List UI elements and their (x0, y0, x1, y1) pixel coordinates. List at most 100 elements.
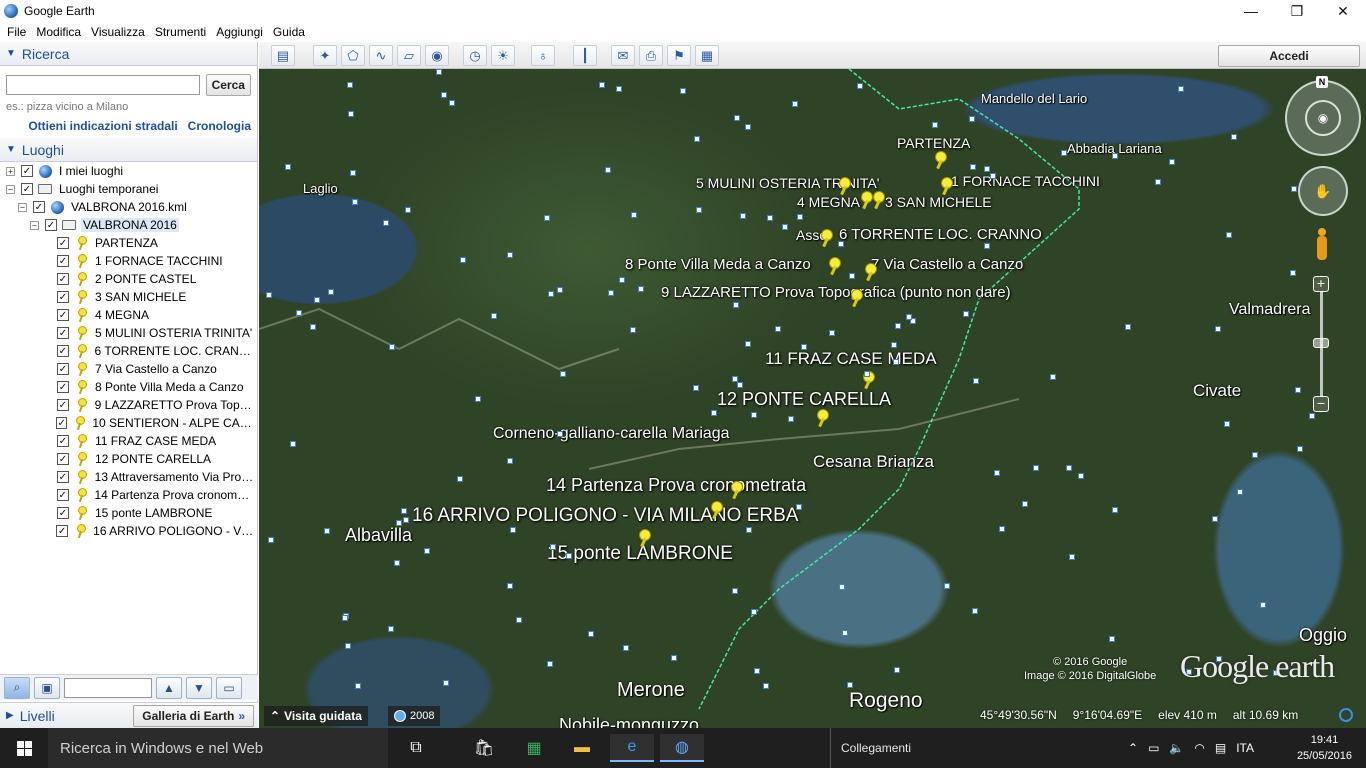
record-tour-icon[interactable]: ◉ (425, 45, 449, 66)
poi-marker-icon[interactable] (457, 476, 463, 482)
placemark-tree-item[interactable]: ✓ 5 MULINI OSTERIA TRINITA' (0, 324, 257, 342)
poi-marker-icon[interactable] (394, 560, 400, 566)
poi-marker-icon[interactable] (829, 330, 835, 336)
minimize-button[interactable]: — (1228, 0, 1274, 22)
poi-marker-icon[interactable] (560, 371, 566, 377)
poi-marker-icon[interactable] (999, 526, 1005, 532)
visibility-checkbox[interactable]: ✓ (57, 309, 69, 321)
edge-browser-icon[interactable]: e (610, 734, 654, 762)
ruler-icon[interactable]: ┃ (573, 45, 597, 66)
placemark-tree-item[interactable]: ✓ 7 Via Castello a Canzo (0, 360, 257, 378)
menu-visualizza[interactable]: Visualizza (86, 25, 150, 39)
poi-marker-icon[interactable] (324, 528, 330, 534)
poi-marker-icon[interactable] (296, 310, 302, 316)
poi-marker-icon[interactable] (510, 527, 516, 533)
yellow-pushpin-icon[interactable] (837, 177, 851, 195)
visibility-checkbox[interactable]: ✓ (57, 327, 69, 339)
poi-marker-icon[interactable] (1224, 421, 1230, 427)
poi-marker-icon[interactable] (310, 324, 316, 330)
placemark-label[interactable]: 8 Ponte Villa Meda a Canzo (625, 256, 811, 273)
save-image-icon[interactable]: ▦ (695, 45, 719, 66)
wifi-icon[interactable]: ◠ (1194, 741, 1204, 755)
poi-marker-icon[interactable] (507, 458, 513, 464)
poi-marker-icon[interactable] (441, 92, 447, 98)
pan-hand-icon[interactable]: ✋ (1298, 166, 1348, 216)
poi-marker-icon[interactable] (507, 252, 513, 258)
poi-marker-icon[interactable] (516, 617, 522, 623)
battery-icon[interactable]: ▭ (1148, 741, 1159, 755)
placemark-tree-item[interactable]: ✓ 11 FRAZ CASE MEDA (0, 432, 257, 450)
placemark-label[interactable]: 3 SAN MICHELE (885, 194, 992, 210)
historical-imagery-icon[interactable]: ◷ (463, 45, 487, 66)
poi-marker-icon[interactable] (328, 289, 334, 295)
folder-options-icon[interactable]: ▭ (216, 676, 242, 699)
poi-marker-icon[interactable] (970, 164, 976, 170)
poi-marker-icon[interactable] (268, 537, 274, 543)
visibility-checkbox[interactable]: ✓ (57, 291, 69, 303)
poi-marker-icon[interactable] (906, 314, 912, 320)
print-icon[interactable]: ⎙ (639, 45, 663, 66)
poi-marker-icon[interactable] (891, 342, 897, 348)
poi-marker-icon[interactable] (566, 553, 572, 559)
poi-marker-icon[interactable] (350, 170, 356, 176)
placemark-tree-item[interactable]: ✓ 6 TORRENTE LOC. CRANNO (0, 342, 257, 360)
expand-icon[interactable]: + (6, 166, 15, 176)
poi-marker-icon[interactable] (751, 412, 757, 418)
poi-marker-icon[interactable] (745, 124, 751, 130)
visibility-checkbox[interactable]: ✓ (56, 345, 69, 357)
poi-marker-icon[interactable] (405, 207, 411, 213)
poi-marker-icon[interactable] (1022, 501, 1028, 507)
directions-link[interactable]: Ottieni indicazioni stradali (28, 119, 177, 133)
poi-marker-icon[interactable] (396, 520, 402, 526)
notifications-icon[interactable]: ▤ (1215, 741, 1226, 755)
poi-marker-icon[interactable] (475, 396, 481, 402)
visibility-checkbox[interactable]: ✓ (57, 507, 69, 519)
excel-icon[interactable]: ▦ (512, 734, 556, 762)
poi-marker-icon[interactable] (436, 69, 442, 75)
poi-marker-icon[interactable] (782, 224, 788, 230)
poi-marker-icon[interactable] (671, 655, 677, 661)
poi-marker-icon[interactable] (737, 382, 743, 388)
poi-marker-icon[interactable] (745, 341, 751, 347)
yellow-pushpin-icon[interactable] (933, 151, 947, 169)
add-placemark-icon[interactable]: ✦ (313, 45, 337, 66)
poi-marker-icon[interactable] (342, 615, 348, 621)
poi-marker-icon[interactable] (544, 215, 550, 221)
poi-marker-icon[interactable] (864, 371, 870, 377)
menu-modifica[interactable]: Modifica (31, 25, 86, 39)
north-indicator[interactable]: N (1316, 76, 1328, 88)
folder-tree-item[interactable]: − ✓ Luoghi temporanei (0, 180, 257, 198)
search-input[interactable] (6, 75, 200, 95)
poi-marker-icon[interactable] (623, 645, 629, 651)
add-overlay-icon[interactable]: ▱ (397, 45, 421, 66)
poi-marker-icon[interactable] (732, 588, 738, 594)
zoom-out-button[interactable]: − (1313, 396, 1329, 412)
visibility-checkbox[interactable]: ✓ (56, 417, 68, 429)
poi-marker-icon[interactable] (616, 86, 622, 92)
poi-marker-icon[interactable] (1112, 153, 1118, 159)
poi-marker-icon[interactable] (751, 609, 757, 615)
poi-marker-icon[interactable] (608, 290, 614, 296)
placemark-tree-item[interactable]: ✓ 9 LAZZARETTO Prova Topo... (0, 396, 257, 414)
poi-marker-icon[interactable] (1237, 489, 1243, 495)
poi-marker-icon[interactable] (550, 544, 556, 550)
poi-marker-icon[interactable] (548, 291, 554, 297)
placemark-tree-item[interactable]: ✓ 3 SAN MICHELE (0, 288, 257, 306)
task-view-icon[interactable]: ⧉ (394, 734, 438, 762)
visibility-checkbox[interactable]: ✓ (56, 489, 69, 501)
menu-guida[interactable]: Guida (268, 25, 310, 39)
poi-marker-icon[interactable] (842, 630, 848, 636)
visibility-checkbox[interactable]: ✓ (57, 381, 69, 393)
placemark-label[interactable]: 12 PONTE CARELLA (717, 389, 891, 410)
poi-marker-icon[interactable] (389, 344, 395, 350)
poi-marker-icon[interactable] (1033, 465, 1039, 471)
poi-marker-icon[interactable] (963, 311, 969, 317)
poi-marker-icon[interactable] (733, 302, 739, 308)
poi-marker-icon[interactable] (638, 286, 644, 292)
poi-marker-icon[interactable] (557, 431, 563, 437)
navigation-compass[interactable]: ◉ (1285, 80, 1361, 156)
poi-marker-icon[interactable] (763, 683, 769, 689)
visibility-checkbox[interactable]: ✓ (57, 453, 69, 465)
poi-marker-icon[interactable] (797, 214, 803, 220)
placemark-tree-item[interactable]: ✓ 2 PONTE CASTEL (0, 270, 257, 288)
